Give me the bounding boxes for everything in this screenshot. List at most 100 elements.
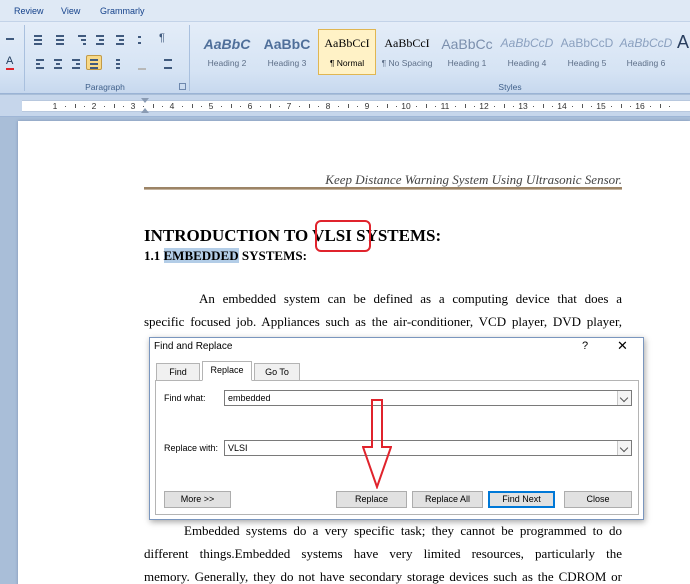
ruler-tick <box>357 106 359 107</box>
paragraph-line: An embedded system can be defined as a c… <box>199 291 622 306</box>
paragraph-line: memory. Generally, they do not have seco… <box>144 569 622 584</box>
find-next-button[interactable]: Find Next <box>488 491 555 508</box>
ruler-tick <box>659 104 661 108</box>
increase-indent-button[interactable] <box>112 31 128 46</box>
tab-view[interactable]: View <box>61 6 80 16</box>
ruler-tick <box>415 106 417 107</box>
ruler-tick <box>84 106 86 107</box>
tab-goto[interactable]: Go To <box>254 363 300 381</box>
find-what-value: embedded <box>228 393 271 403</box>
replace-with-label: Replace with: <box>164 443 219 453</box>
style-sample: AaBbCcI <box>324 36 370 50</box>
ruler-tick <box>610 106 612 107</box>
tab-grammarly[interactable]: Grammarly <box>100 6 145 16</box>
ruler-tick <box>201 106 203 107</box>
ruler-number: 13 <box>518 101 528 111</box>
heading-1: INTRODUCTION TO VLSI SYSTEMS: <box>144 226 441 246</box>
ruler-indent-marker[interactable] <box>141 108 149 113</box>
style-no-spacing[interactable]: AaBbCcI ¶ No Spacing <box>378 29 436 75</box>
ruler-number: 8 <box>325 101 331 111</box>
ruler-number: 14 <box>557 101 567 111</box>
ruler-tick <box>552 106 554 107</box>
ruler-tick <box>191 104 193 108</box>
font-color-icon: A <box>6 55 14 67</box>
ruler-tick <box>571 106 573 107</box>
ruler-number: 16 <box>635 101 645 111</box>
page-header-text: Keep Distance Warning System Using Ultra… <box>325 172 622 187</box>
chevron-down-icon <box>619 393 629 403</box>
ruler-tick <box>376 106 378 107</box>
ruler-tick <box>425 104 427 108</box>
style-heading-3[interactable]: AaBbC Heading 3 <box>258 29 316 75</box>
replace-history-dropdown[interactable] <box>617 441 631 455</box>
ruler-number: 4 <box>169 101 175 111</box>
close-button[interactable]: Close <box>564 491 632 508</box>
ruler-tick <box>142 106 144 107</box>
sort-button[interactable] <box>134 31 150 46</box>
ruler-tick <box>630 106 632 107</box>
align-center-button[interactable] <box>50 55 66 70</box>
ruler-indent-marker[interactable] <box>141 98 149 103</box>
find-what-input[interactable]: embedded <box>224 390 632 406</box>
help-icon[interactable]: ? <box>582 340 588 352</box>
ruler-tick <box>269 104 271 108</box>
ribbon: A ¶ Paragraph AaBbC Heading 2 AaBbC Head… <box>0 22 690 94</box>
ruler-tick <box>230 104 232 108</box>
close-icon[interactable]: ✕ <box>617 338 628 354</box>
ruler-tick <box>181 106 183 107</box>
style-heading-6[interactable]: AaBbCcD Heading 6 <box>618 29 674 75</box>
paragraph-line: specific focused job. Appliances such as… <box>144 314 622 329</box>
style-name: ¶ No Spacing <box>381 58 433 68</box>
style-normal[interactable]: AaBbCcI ¶ Normal <box>318 29 376 75</box>
shading-button[interactable] <box>134 55 150 70</box>
style-title[interactable]: A <box>676 29 690 75</box>
style-name: ¶ Normal <box>329 58 365 68</box>
ruler-tick <box>454 106 456 107</box>
show-hide-button[interactable]: ¶ <box>154 31 170 46</box>
justify-button[interactable] <box>86 55 102 70</box>
style-heading-4[interactable]: AaBbCcD Heading 4 <box>498 29 556 75</box>
pilcrow-icon: ¶ <box>159 32 165 44</box>
paragraph-group-label: Paragraph <box>85 82 125 92</box>
font-size-grow-button[interactable] <box>2 31 18 46</box>
page-header-rule <box>144 187 622 190</box>
style-heading-5[interactable]: AaBbCcD Heading 5 <box>558 29 616 75</box>
ruler-tick <box>162 106 164 107</box>
ruler-tick <box>259 106 261 107</box>
font-color-button[interactable]: A <box>2 55 18 70</box>
line-spacing-button[interactable] <box>108 55 124 70</box>
bullets-button[interactable] <box>30 31 46 46</box>
ruler-tick <box>298 106 300 107</box>
align-left-button[interactable] <box>32 55 48 70</box>
ruler-number: 9 <box>364 101 370 111</box>
style-name: Heading 1 <box>447 58 487 68</box>
ruler-tick <box>240 106 242 107</box>
numbering-button[interactable] <box>52 31 68 46</box>
tab-replace[interactable]: Replace <box>202 361 252 381</box>
ruler-tick <box>591 106 593 107</box>
more-button[interactable]: More >> <box>164 491 231 508</box>
ruler-tick <box>113 104 115 108</box>
style-sample: AaBbC <box>203 36 251 52</box>
ruler-tick <box>620 104 622 108</box>
ruler-tick <box>435 106 437 107</box>
paragraph-dialog-launcher[interactable] <box>179 83 186 90</box>
borders-button[interactable] <box>160 55 176 70</box>
align-right-button[interactable] <box>68 55 84 70</box>
replace-all-button[interactable]: Replace All <box>412 491 483 508</box>
horizontal-ruler[interactable]: 1 2 3 4 5 6 7 8 9 10 11 12 13 14 15 16 <box>0 95 690 117</box>
decrease-indent-button[interactable] <box>92 31 108 46</box>
multilevel-list-button[interactable] <box>74 31 90 46</box>
style-heading-1[interactable]: AaBbCc Heading 1 <box>438 29 496 75</box>
ruler-tick <box>474 106 476 107</box>
ruler-number: 11 <box>440 101 450 111</box>
style-heading-2[interactable]: AaBbC Heading 2 <box>198 29 256 75</box>
find-history-dropdown[interactable] <box>617 391 631 405</box>
tab-review[interactable]: Review <box>14 6 44 16</box>
ruler-tick <box>123 106 125 107</box>
replace-button[interactable]: Replace <box>336 491 407 508</box>
style-name: Heading 6 <box>626 58 666 68</box>
replace-with-input[interactable]: VLSI <box>224 440 632 456</box>
tab-find[interactable]: Find <box>156 363 200 381</box>
style-name: Heading 3 <box>267 58 307 68</box>
